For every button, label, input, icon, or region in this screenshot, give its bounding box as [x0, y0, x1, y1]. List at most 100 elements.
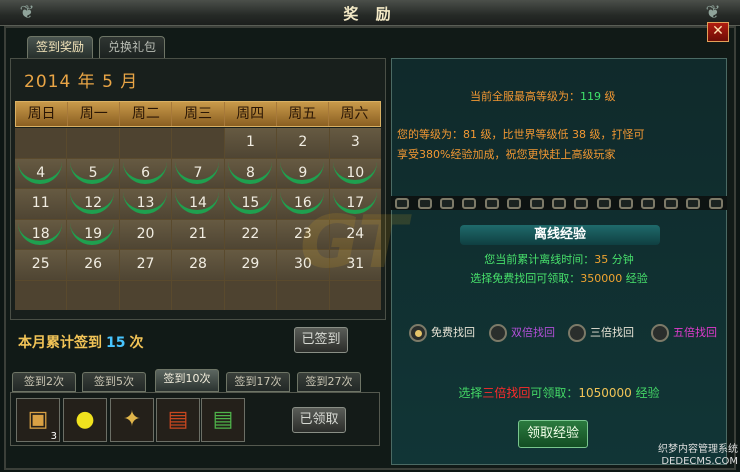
gold-coin-icon[interactable]: ●	[63, 398, 107, 442]
site-watermark: 织梦内容管理系统 DEDECMS.COM	[600, 444, 738, 468]
calendar-day-number: 9	[298, 164, 308, 181]
calendar-day-cell[interactable]: 12	[67, 189, 119, 219]
radio-label: 双倍找回	[511, 326, 555, 339]
green-book-icon[interactable]: ▤	[201, 398, 245, 442]
radio-label: 三倍找回	[590, 326, 634, 339]
window-title: 奖 励	[343, 5, 397, 23]
calendar-day-number: 20	[136, 225, 155, 242]
your-level-line-1: 您的等级为：81 级，比世界等级低 38 级，打怪可	[397, 128, 645, 141]
offline-time-value: 35	[594, 253, 609, 266]
radio-unselected-icon	[489, 324, 507, 342]
calendar-day-number: 12	[84, 195, 103, 211]
claimed-button[interactable]: 已领取	[292, 407, 346, 433]
calendar-day-cell[interactable]: 5	[67, 158, 119, 188]
radio-quintuple-recover[interactable]: 五倍找回	[651, 324, 717, 342]
calendar-day-cell[interactable]: 20	[119, 219, 172, 249]
item-quantity: 3	[50, 431, 57, 442]
milestone-tab-27[interactable]: 签到27次	[297, 372, 361, 392]
radio-unselected-icon	[651, 324, 669, 342]
calendar-day-number: 8	[245, 164, 255, 181]
tab-gift-redeem[interactable]: 兑换礼包	[99, 36, 165, 58]
calendar-day-number: 29	[241, 256, 260, 272]
weekday-label: 周六	[340, 106, 369, 122]
free-unit: 经验	[625, 272, 648, 285]
radio-double-recover[interactable]: 双倍找回	[489, 324, 555, 342]
weekday-label: 周四	[225, 102, 277, 126]
calendar-day-number: 11	[31, 195, 50, 211]
calendar-day-number: 19	[84, 225, 103, 242]
crystal-icon[interactable]: ✦	[110, 398, 154, 442]
calendar-day-cell[interactable]: 13	[119, 189, 172, 219]
calendar-empty-cell	[67, 280, 119, 310]
select-prefix: 选择	[458, 386, 483, 400]
calendar-day-cell[interactable]: 29	[224, 250, 277, 280]
calendar-day-cell[interactable]: 21	[172, 219, 224, 249]
calendar-day-cell[interactable]: 25	[15, 250, 67, 280]
weekday-label: 周日	[16, 102, 69, 126]
calendar-day-number: 26	[84, 256, 103, 272]
max-level-prefix: 当前全服最高等级为：	[470, 90, 580, 103]
sign-count-suffix: 次	[129, 335, 144, 351]
milestone-tab-10[interactable]: 签到10次	[155, 369, 219, 392]
calendar-day-cell[interactable]: 1	[224, 128, 277, 158]
close-button[interactable]: ✕	[707, 22, 729, 42]
calendar-day-number: 1	[245, 134, 255, 150]
offline-exp-title: 离线经验	[460, 225, 660, 245]
offline-time-unit: 分钟	[611, 253, 634, 266]
calendar-day-cell[interactable]: 26	[67, 250, 119, 280]
calendar-day-cell[interactable]: 8	[224, 158, 277, 188]
calendar-day-cell[interactable]: 22	[224, 219, 277, 249]
sign-count-value: 15	[106, 335, 126, 351]
radio-triple-recover[interactable]: 三倍找回	[568, 324, 634, 342]
item-glyph: ●	[75, 407, 95, 432]
radio-unselected-icon	[568, 324, 586, 342]
free-prefix: 选择	[470, 272, 493, 285]
calendar-empty-cell	[224, 280, 277, 310]
signed-button[interactable]: 已签到	[294, 327, 348, 353]
monthly-sign-count: 本月累计签到 15 次	[18, 332, 143, 352]
calendar-day-cell[interactable]: 18	[15, 219, 67, 249]
calendar-day-cell[interactable]: 10	[329, 158, 381, 188]
calendar-day-number: 7	[193, 164, 203, 181]
watermark-logo: GT	[300, 200, 407, 284]
calendar-day-cell[interactable]: 15	[224, 189, 277, 219]
free-label: 免费找回	[492, 272, 537, 285]
calendar-day-cell[interactable]: 3	[329, 128, 381, 158]
radio-free-recover[interactable]: 免费找回	[409, 324, 475, 342]
select-mid: 可领取：	[530, 386, 579, 400]
weekday-label: 周一	[68, 102, 121, 126]
sign-count-prefix: 本月累计签到	[18, 335, 102, 351]
max-level-value: 119	[580, 90, 601, 103]
calendar-day-cell[interactable]: 6	[119, 158, 172, 188]
calendar-day-cell[interactable]: 7	[172, 158, 224, 188]
calendar-day-cell[interactable]: 19	[67, 219, 119, 249]
calendar-day-cell[interactable]: 4	[15, 158, 67, 188]
receive-exp-button[interactable]: 领取经验	[518, 420, 588, 448]
calendar-month-title: 2014 年 5 月	[24, 72, 139, 92]
radio-label: 免费找回	[431, 326, 475, 339]
select-option: 三倍找回	[482, 386, 531, 400]
calendar-day-cell[interactable]: 11	[15, 189, 67, 219]
calendar-day-cell[interactable]: 27	[119, 250, 172, 280]
weekday-label: 周五	[277, 102, 329, 126]
calendar-day-number: 14	[189, 195, 207, 211]
item-glyph: ▤	[167, 407, 189, 432]
selected-recover-info: 选择三倍找回可领取：1050000 经验	[391, 384, 727, 401]
chain-divider	[391, 196, 727, 210]
calendar-day-cell[interactable]: 2	[277, 128, 329, 158]
max-level-suffix: 级	[604, 90, 616, 103]
radio-label: 五倍找回	[673, 326, 717, 339]
calendar-empty-cell	[329, 280, 381, 310]
milestone-tab-17[interactable]: 签到17次	[226, 372, 290, 392]
calendar-day-cell[interactable]: 28	[172, 250, 224, 280]
calendar-day-cell[interactable]: 9	[277, 158, 329, 188]
milestone-tab-5[interactable]: 签到5次	[82, 372, 146, 392]
calendar-day-cell[interactable]: 14	[172, 189, 224, 219]
calendar-empty-cell	[67, 128, 119, 158]
milestone-tab-2[interactable]: 签到2次	[12, 372, 76, 392]
calendar-weekday-header: 周日 周一 周二 周三 周四 周五 周六	[15, 101, 381, 127]
treasure-chest-icon[interactable]: ▣ 3	[16, 398, 60, 442]
calendar-day-number: 2	[298, 134, 308, 150]
tab-sign-reward[interactable]: 签到奖励	[27, 36, 93, 58]
red-book-icon[interactable]: ▤	[156, 398, 200, 442]
